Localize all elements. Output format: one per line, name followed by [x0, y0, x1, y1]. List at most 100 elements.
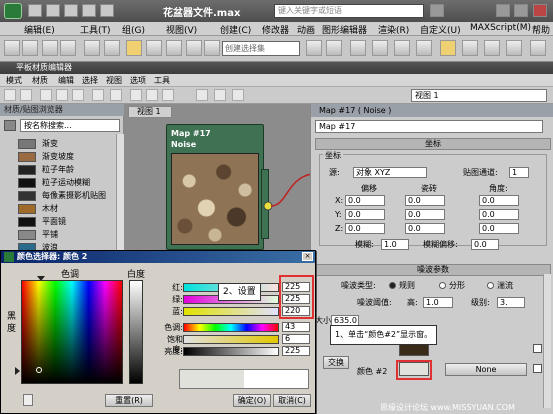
save-file-icon[interactable]: [64, 4, 78, 17]
radio-regular[interactable]: [389, 282, 396, 289]
menu-maxscript[interactable]: MAXScript(M): [470, 23, 531, 33]
whiteness-bar[interactable]: [129, 280, 143, 384]
browser-list-item[interactable]: 木材: [4, 203, 116, 215]
align-icon[interactable]: [326, 40, 342, 56]
menu-options[interactable]: 选项: [130, 75, 146, 86]
browser-list-item[interactable]: 渐变坡度: [4, 151, 116, 163]
browser-list-item[interactable]: 平铺: [4, 229, 116, 241]
select-rotate-icon[interactable]: [146, 40, 162, 56]
tiling-field[interactable]: 0.0: [405, 223, 445, 234]
noise-rollout[interactable]: 噪波参数: [315, 264, 551, 276]
menu-select[interactable]: 选择: [82, 75, 98, 86]
link-icon[interactable]: [42, 40, 58, 56]
angle-field[interactable]: 0.0: [479, 209, 519, 220]
new-file-icon[interactable]: [28, 4, 42, 17]
snap-icon[interactable]: [186, 40, 202, 56]
search-input[interactable]: 键入关键字或短语: [274, 4, 424, 18]
cancel-button[interactable]: 取消(C): [273, 394, 311, 407]
app-logo-icon[interactable]: [4, 3, 22, 19]
offset-field[interactable]: 0.0: [345, 223, 385, 234]
dialog-close-button[interactable]: ×: [302, 252, 313, 261]
select-icon[interactable]: [84, 40, 100, 56]
browser-scrollbar[interactable]: [116, 134, 124, 254]
saturation-field[interactable]: 6: [282, 334, 310, 344]
browser-search-input[interactable]: 按名称搜索...: [20, 119, 120, 132]
select-move-icon[interactable]: [126, 40, 142, 56]
delete-icon[interactable]: [56, 89, 68, 101]
curve-editor-icon[interactable]: [372, 40, 388, 56]
offset-field[interactable]: 0.0: [345, 195, 385, 206]
high-field[interactable]: 1.0: [423, 297, 453, 308]
schematic-icon[interactable]: [394, 40, 410, 56]
menu-modifiers[interactable]: 修改器: [262, 23, 289, 36]
levels-field[interactable]: 3.: [497, 297, 525, 308]
angle-field[interactable]: 0.0: [479, 223, 519, 234]
browser-list-item[interactable]: 平面镜: [4, 216, 116, 228]
go-parent-icon[interactable]: [232, 89, 244, 101]
menu-tools[interactable]: 工具(T): [80, 23, 111, 36]
teapot-icon[interactable]: [530, 40, 546, 56]
undo-icon[interactable]: [82, 4, 96, 17]
browser-list-item[interactable]: 粒子年龄: [4, 164, 116, 176]
radio-turbulence[interactable]: [487, 282, 494, 289]
color2-map-checkbox[interactable]: [533, 364, 542, 373]
material-id-icon[interactable]: [196, 89, 208, 101]
menu-graph-editors[interactable]: 图形编辑器: [322, 23, 367, 36]
pick-material-icon[interactable]: [4, 89, 16, 101]
hue-slider[interactable]: [183, 323, 279, 332]
menu-animation[interactable]: 动画: [297, 23, 315, 36]
tiling-field[interactable]: 0.0: [405, 209, 445, 220]
menu-edit[interactable]: 编辑(E): [24, 23, 55, 36]
browser-list-item[interactable]: 粒子运动模糊: [4, 177, 116, 189]
coords-rollout[interactable]: 坐标: [315, 138, 551, 150]
browser-options-icon[interactable]: [4, 120, 16, 131]
blur-offset-field[interactable]: 0.0: [471, 239, 499, 250]
hue-field[interactable]: 43: [282, 322, 310, 332]
assign-material-icon[interactable]: [20, 89, 32, 101]
mirror-icon[interactable]: [306, 40, 322, 56]
blackness-marker-icon[interactable]: [15, 367, 20, 375]
minimize-icon[interactable]: [496, 4, 510, 17]
angle-snap-icon[interactable]: [204, 40, 220, 56]
put-to-scene-icon[interactable]: [40, 89, 52, 101]
select-scale-icon[interactable]: [166, 40, 182, 56]
source-dropdown[interactable]: 对象 XYZ: [353, 167, 427, 178]
update-icon[interactable]: [162, 89, 174, 101]
selection-set-combo[interactable]: 创建选择集: [222, 41, 300, 56]
param-scrollbar[interactable]: [543, 274, 551, 408]
map-name-field[interactable]: Map #17: [315, 120, 543, 133]
color1-map-checkbox[interactable]: [533, 344, 542, 353]
tiling-field[interactable]: 0.0: [405, 195, 445, 206]
ok-button[interactable]: 确定(O): [233, 394, 271, 407]
map-channel-field[interactable]: 1: [509, 167, 529, 178]
menu-material[interactable]: 材质: [32, 75, 48, 86]
menu-view[interactable]: 视图: [106, 75, 122, 86]
show-map-icon[interactable]: [92, 89, 104, 101]
redo-icon[interactable]: [100, 4, 114, 17]
menu-rendering[interactable]: 渲染(R): [378, 23, 409, 36]
saturation-slider[interactable]: [183, 335, 279, 344]
value-slider[interactable]: [183, 347, 279, 356]
show-result-icon[interactable]: [214, 89, 226, 101]
unlink-icon[interactable]: [60, 40, 76, 56]
redo-tool-icon[interactable]: [22, 40, 38, 56]
angle-field[interactable]: 0.0: [479, 195, 519, 206]
browser-list-item[interactable]: 每像素摄影机贴图: [4, 190, 116, 202]
menu-utilities[interactable]: 工具: [154, 75, 170, 86]
tab-view-1[interactable]: 视图 1: [128, 106, 172, 118]
blue-slider[interactable]: [183, 307, 279, 316]
radio-fractal[interactable]: [439, 282, 446, 289]
move-children-icon[interactable]: [72, 89, 84, 101]
close-icon[interactable]: [533, 4, 547, 17]
map-node[interactable]: Map #17 Noise: [166, 124, 269, 250]
menu-mode[interactable]: 模式: [6, 75, 22, 86]
eyedropper-icon[interactable]: [23, 394, 33, 406]
maximize-icon[interactable]: [514, 4, 528, 17]
open-file-icon[interactable]: [46, 4, 60, 17]
layout-icon[interactable]: [130, 89, 142, 101]
material-editor-icon[interactable]: [416, 40, 432, 56]
offset-field[interactable]: 0.0: [345, 209, 385, 220]
search-icon[interactable]: [430, 4, 444, 17]
menu-views[interactable]: 视图(V): [166, 23, 197, 36]
render-setup-icon[interactable]: [440, 40, 456, 56]
